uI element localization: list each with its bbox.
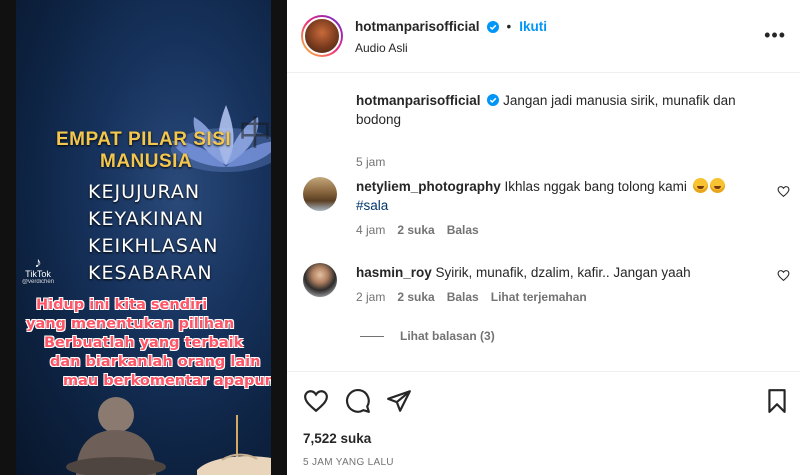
post-time-ago[interactable]: 5 JAM YANG LALU	[303, 457, 394, 468]
reply-button[interactable]: Balas	[447, 290, 479, 304]
comment-text: Syirik, munafik, dzalim, kafir.. Jangan …	[435, 265, 691, 280]
caption-meta: 5 jam	[356, 155, 385, 169]
comment-text: Ikhlas nggak bang tolong kami	[504, 179, 687, 194]
comment-text-block: hasmin_roy Syirik, munafik, dzalim, kafi…	[356, 263, 766, 282]
svg-text:中: 中	[238, 114, 272, 154]
follow-button[interactable]: Ikuti	[519, 19, 547, 34]
reply-button[interactable]: Balas	[447, 223, 479, 237]
comments-list: hotmanparisofficial Jangan jadi manusia …	[287, 73, 800, 370]
header-username[interactable]: hotmanparisofficial	[355, 19, 480, 34]
hashtag-link[interactable]: #sala	[356, 198, 388, 213]
heart-icon[interactable]	[777, 269, 790, 282]
avatar[interactable]	[303, 263, 337, 297]
post-detail-panel: hotmanparisofficial • Ikuti Audio Asli •…	[287, 0, 800, 475]
post-media[interactable]: 中 EMPAT PILAR SISI MANUSIA KEJUJURAN KEY…	[0, 0, 287, 475]
pillar-text: KESABARAN	[88, 262, 213, 284]
likes-count[interactable]: 7,522 suka	[303, 431, 371, 446]
comment-username[interactable]: netyliem_photography	[356, 179, 501, 194]
separator-dot: •	[506, 19, 512, 34]
comment-likes[interactable]: 2 suka	[397, 223, 434, 237]
media-heading-line1: EMPAT PILAR SISI	[56, 129, 232, 150]
like-heart-icon[interactable]	[303, 388, 329, 414]
comment-meta: 2 jam 2 suka Balas Lihat terjemahan	[356, 290, 587, 304]
verified-badge-icon	[486, 20, 499, 33]
monk-statue-graphic	[66, 397, 166, 475]
quote-line: Berbuatlah yang terbaik	[44, 335, 244, 351]
quote-line: mau berkomentar apapun	[63, 373, 275, 389]
avatar[interactable]	[301, 15, 343, 57]
caption-username[interactable]: hotmanparisofficial	[356, 93, 481, 108]
tiktok-logo-icon: ♪	[34, 254, 42, 270]
caption-text-block: hotmanparisofficial Jangan jadi manusia …	[356, 91, 766, 129]
tiktok-watermark: ♪ TikTok @verdichen	[18, 255, 58, 285]
caption-time[interactable]: 5 jam	[356, 155, 385, 169]
tiktok-watermark-user: @verdichen	[21, 279, 55, 285]
pillar-text: KEYAKINAN	[88, 208, 205, 230]
verified-badge-icon	[487, 94, 500, 106]
comment-likes[interactable]: 2 suka	[397, 290, 434, 304]
tiktok-watermark-brand: TikTok	[25, 269, 51, 279]
audio-label[interactable]: Audio Asli	[355, 41, 408, 55]
quote-line: Hidup ini kita sendiri	[36, 297, 208, 313]
quote-line: yang menentukan pilihan	[26, 316, 235, 332]
avatar[interactable]	[303, 177, 337, 211]
media-letterbox-left	[0, 0, 16, 475]
header-user-line: hotmanparisofficial • Ikuti	[355, 19, 547, 34]
heart-icon[interactable]	[777, 185, 790, 198]
comment-meta: 4 jam 2 suka Balas	[356, 223, 479, 237]
laughing-emoji-icon	[709, 178, 725, 193]
media-letterbox-right	[271, 0, 287, 475]
comment-bubble-icon[interactable]	[345, 388, 371, 414]
pillar-text: KEJUJURAN	[88, 181, 201, 203]
save-bookmark-icon[interactable]	[764, 388, 790, 414]
share-paper-plane-icon[interactable]	[386, 388, 412, 414]
laughing-emoji-icon	[692, 178, 708, 193]
view-replies-label: Lihat balasan (3)	[400, 329, 495, 343]
view-replies-button[interactable]: Lihat balasan (3)	[360, 329, 495, 343]
comment-time[interactable]: 4 jam	[356, 223, 385, 237]
translate-button[interactable]: Lihat terjemahan	[491, 290, 587, 304]
quote-line: dan biarkanlah orang lain	[50, 354, 261, 370]
post-header: hotmanparisofficial • Ikuti Audio Asli •…	[287, 0, 800, 73]
video-frame[interactable]: 中 EMPAT PILAR SISI MANUSIA KEJUJURAN KEY…	[16, 0, 287, 475]
comment-time[interactable]: 2 jam	[356, 290, 385, 304]
comment-text-block: netyliem_photography Ikhlas nggak bang t…	[356, 177, 766, 215]
media-heading-line2: MANUSIA	[100, 151, 193, 172]
pillar-text: KEIKHLASAN	[88, 235, 219, 257]
comment-username[interactable]: hasmin_roy	[356, 265, 432, 280]
replies-divider	[360, 335, 384, 337]
post-actions: 7,522 suka 5 JAM YANG LALU	[287, 371, 800, 475]
more-options-icon[interactable]: •••	[764, 26, 786, 44]
